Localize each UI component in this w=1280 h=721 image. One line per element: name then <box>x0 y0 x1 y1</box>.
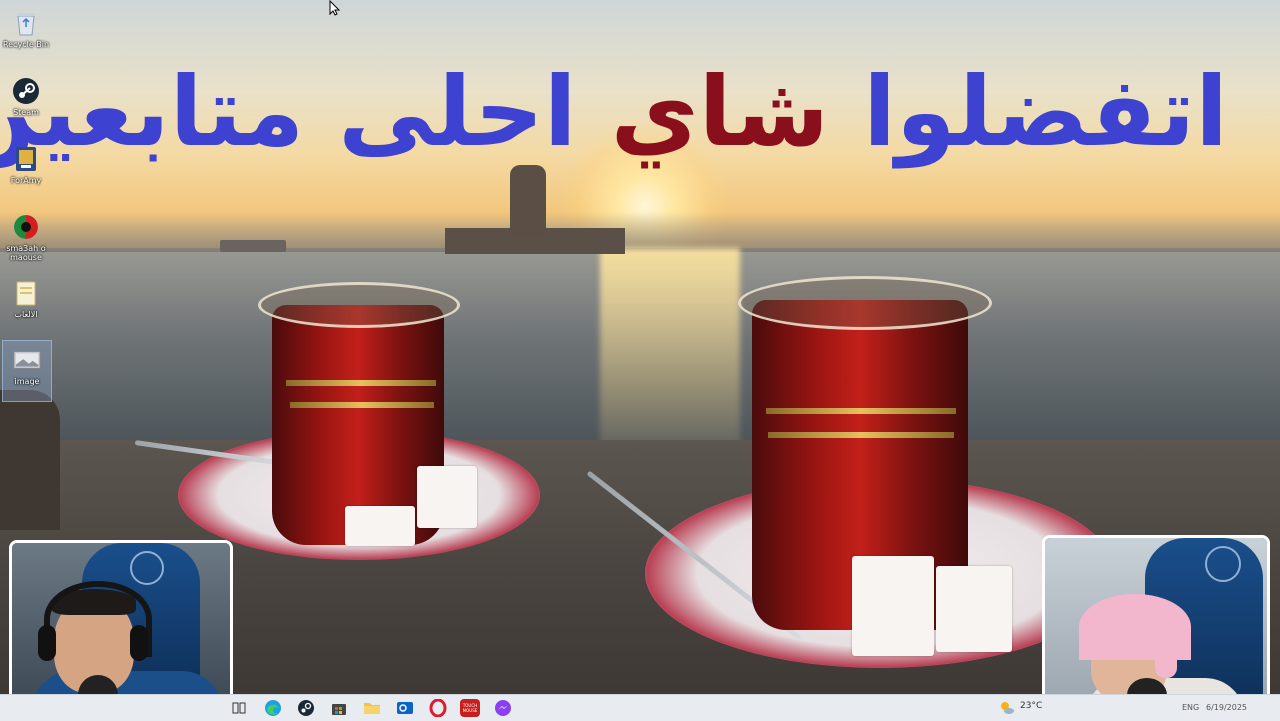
task-view-icon[interactable] <box>230 699 248 717</box>
opera-icon[interactable] <box>429 699 447 717</box>
recycle-bin-icon <box>12 8 40 38</box>
gold-band <box>286 380 436 386</box>
weather-temperature[interactable]: 23°C <box>1020 701 1042 711</box>
app-icon <box>12 144 40 174</box>
image-file-icon <box>13 345 41 375</box>
wallpaper-banner-text: اتفضلوا شاي احلى متابعين <box>0 52 1228 172</box>
sugar-cube <box>417 466 477 528</box>
desktop-icon-sma3ah-o-maouse[interactable]: sma3ah o maouse <box>2 208 50 268</box>
gold-band <box>290 402 434 408</box>
steam-icon[interactable] <box>297 699 315 717</box>
store-icon[interactable] <box>330 699 348 717</box>
banner-word: شاي <box>610 56 830 168</box>
mouse-cursor-icon <box>329 0 341 16</box>
rock <box>0 390 60 530</box>
banner-word: احلى <box>338 56 577 168</box>
weather-icon[interactable] <box>998 699 1016 717</box>
sugar-cube <box>936 566 1012 652</box>
taskbar: TOUCH MOUSE 23°C ENG 6/19/2025 <box>0 694 1280 721</box>
banner-word: اتفضلوا <box>863 56 1228 168</box>
touch-mouse-label: TOUCH MOUSE <box>462 703 478 713</box>
chair-logo-icon <box>1205 546 1241 582</box>
touch-mouse-icon[interactable]: TOUCH MOUSE <box>460 699 480 717</box>
desktop-icon-label: Recycle Bin <box>2 40 50 49</box>
maiden-tower <box>510 165 546 235</box>
tray-date[interactable]: 6/19/2025 <box>1206 703 1247 713</box>
desktop-icon-label: ForAmy <box>10 176 42 185</box>
distant-shore <box>0 212 1280 252</box>
desktop-icon-steam[interactable]: Steam <box>2 72 50 132</box>
folder-icon[interactable] <box>363 699 381 717</box>
headset-earcup <box>38 625 56 661</box>
edge-icon[interactable] <box>264 699 282 717</box>
app-icon <box>12 212 40 242</box>
chair-logo-icon <box>130 551 164 585</box>
sugar-cube <box>345 506 415 546</box>
headset-earcup <box>130 625 148 661</box>
desktop-icon-label: الالعاب <box>14 310 38 319</box>
desktop-icon-recycle-bin[interactable]: Recycle Bin <box>2 4 50 64</box>
gold-band <box>766 408 956 414</box>
sugar-cube <box>852 556 934 656</box>
webcam-overlay-right <box>1042 535 1270 713</box>
desktop-icon-label: image <box>14 377 40 386</box>
desktop-icon-image[interactable]: image <box>2 340 52 402</box>
gold-band <box>768 432 954 438</box>
tea-glass-right-rim <box>738 276 992 330</box>
folder-icon <box>12 278 40 308</box>
tray-language[interactable]: ENG <box>1182 703 1199 713</box>
desktop-icon-foramy[interactable]: ForAmy <box>2 140 50 200</box>
steam-icon <box>12 76 40 106</box>
desktop-icon-games-folder[interactable]: الالعاب <box>2 274 50 334</box>
headset-earcup <box>1155 638 1177 678</box>
mail-icon[interactable] <box>396 699 414 717</box>
ship <box>220 240 286 252</box>
tea-glass-left-rim <box>258 282 460 328</box>
webcam-overlay-left <box>9 540 233 714</box>
desktop-icon-label: Steam <box>13 108 39 117</box>
desktop-icon-label: sma3ah o maouse <box>6 244 46 262</box>
messenger-icon[interactable] <box>494 699 512 717</box>
